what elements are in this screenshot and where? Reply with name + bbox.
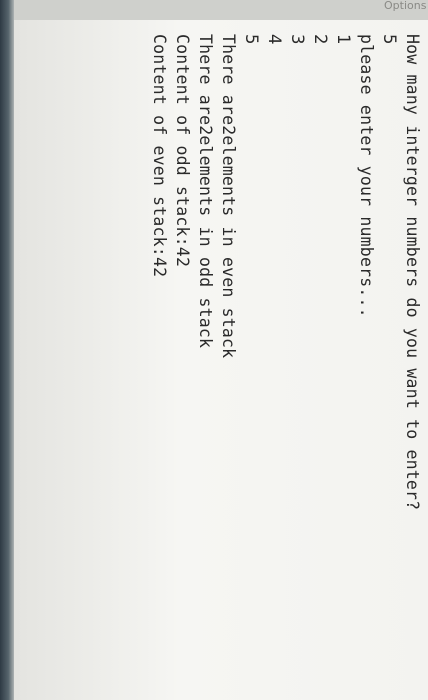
console-text-frame: How many interger numbers do you want to… — [14, 20, 428, 700]
console-line-input-4: 4 — [265, 34, 284, 45]
console-line-input-1: 1 — [334, 34, 353, 45]
console-line-input-5: 5 — [242, 34, 261, 45]
console-line-prompt-count: How many interger numbers do you want to… — [403, 34, 422, 511]
console-line-input-2: 2 — [311, 34, 330, 45]
console-line-input-count: 5 — [380, 34, 399, 45]
window-edge — [0, 0, 14, 700]
window-top-bar: Options — [0, 0, 428, 21]
options-menu-label[interactable]: Options — [384, 0, 426, 12]
console-line-prompt-numbers: please enter your numbers... — [357, 34, 376, 318]
console-line-input-3: 3 — [288, 34, 307, 45]
console-line-even-content: Content of even stack:42 — [150, 34, 169, 278]
console-line-even-count: There are2elements in even stack — [219, 34, 238, 359]
console-line-odd-content: Content of odd stack:42 — [173, 34, 192, 268]
console-line-odd-count: There are2elements in odd stack — [196, 34, 215, 349]
